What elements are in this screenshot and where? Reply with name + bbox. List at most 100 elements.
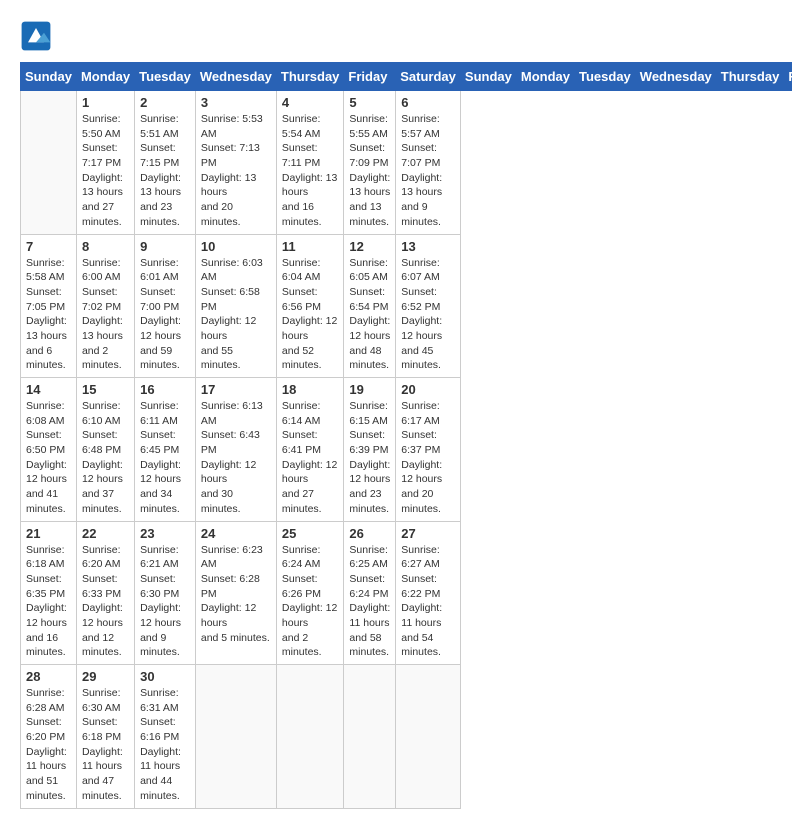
day-number: 25 xyxy=(282,526,339,541)
day-number: 4 xyxy=(282,95,339,110)
day-info: Sunrise: 6:13 AM Sunset: 6:43 PM Dayligh… xyxy=(201,399,271,517)
day-header-monday: Monday xyxy=(516,63,574,91)
calendar-cell: 30 Sunrise: 6:31 AM Sunset: 6:16 PM Dayli… xyxy=(135,665,196,809)
day-info: Sunrise: 6:24 AM Sunset: 6:26 PM Dayligh… xyxy=(282,543,339,661)
day-number: 2 xyxy=(140,95,190,110)
day-info: Sunrise: 6:25 AM Sunset: 6:24 PM Dayligh… xyxy=(349,543,390,661)
day-number: 10 xyxy=(201,239,271,254)
day-number: 26 xyxy=(349,526,390,541)
day-info: Sunrise: 6:31 AM Sunset: 6:16 PM Dayligh… xyxy=(140,686,190,804)
calendar-cell: 28Sunrise: 6:28 AM Sunset: 6:20 PM Dayli… xyxy=(21,665,77,809)
calendar-cell: 29 Sunrise: 6:30 AM Sunset: 6:18 PM Dayli… xyxy=(76,665,134,809)
day-number: 18 xyxy=(282,382,339,397)
calendar-cell xyxy=(344,665,396,809)
calendar-cell: 7Sunrise: 5:58 AM Sunset: 7:05 PM Daylig… xyxy=(21,234,77,378)
calendar-table: SundayMondayTuesdayWednesdayThursdayFrid… xyxy=(20,62,792,809)
calendar-cell: 22 Sunrise: 6:20 AM Sunset: 6:33 PM Dayli… xyxy=(76,521,134,665)
day-info: Sunrise: 6:08 AM Sunset: 6:50 PM Dayligh… xyxy=(26,399,71,517)
day-number: 19 xyxy=(349,382,390,397)
calendar-week-4: 28Sunrise: 6:28 AM Sunset: 6:20 PM Dayli… xyxy=(21,665,792,809)
day-info: Sunrise: 6:10 AM Sunset: 6:48 PM Dayligh… xyxy=(82,399,129,517)
day-header-wednesday: Wednesday xyxy=(195,63,276,91)
day-header-tuesday: Tuesday xyxy=(135,63,196,91)
day-number: 29 xyxy=(82,669,129,684)
calendar-cell: 19 Sunrise: 6:15 AM Sunset: 6:39 PM Dayli… xyxy=(344,378,396,522)
day-header-tuesday: Tuesday xyxy=(575,63,636,91)
day-number: 24 xyxy=(201,526,271,541)
day-number: 27 xyxy=(401,526,455,541)
calendar-cell: 16Sunrise: 6:11 AM Sunset: 6:45 PM Dayli… xyxy=(135,378,196,522)
day-info: Sunrise: 6:17 AM Sunset: 6:37 PM Dayligh… xyxy=(401,399,455,517)
day-header-wednesday: Wednesday xyxy=(635,63,716,91)
day-number: 22 xyxy=(82,526,129,541)
day-number: 1 xyxy=(82,95,129,110)
day-header-sunday: Sunday xyxy=(460,63,516,91)
calendar-week-1: 7Sunrise: 5:58 AM Sunset: 7:05 PM Daylig… xyxy=(21,234,792,378)
calendar-cell: 11 Sunrise: 6:04 AM Sunset: 6:56 PM Dayli… xyxy=(276,234,344,378)
day-header-thursday: Thursday xyxy=(276,63,344,91)
day-info: Sunrise: 6:23 AM Sunset: 6:28 PM Dayligh… xyxy=(201,543,271,646)
day-number: 11 xyxy=(282,239,339,254)
day-number: 23 xyxy=(140,526,190,541)
calendar-cell: 4 Sunrise: 5:54 AM Sunset: 7:11 PM Daylig… xyxy=(276,91,344,235)
calendar-week-3: 21Sunrise: 6:18 AM Sunset: 6:35 PM Dayli… xyxy=(21,521,792,665)
day-info: Sunrise: 6:03 AM Sunset: 6:58 PM Dayligh… xyxy=(201,256,271,374)
day-header-friday: Friday xyxy=(344,63,396,91)
calendar-cell: 9Sunrise: 6:01 AM Sunset: 7:00 PM Daylig… xyxy=(135,234,196,378)
day-info: Sunrise: 6:20 AM Sunset: 6:33 PM Dayligh… xyxy=(82,543,129,661)
day-info: Sunrise: 5:50 AM Sunset: 7:17 PM Dayligh… xyxy=(82,112,129,230)
day-number: 13 xyxy=(401,239,455,254)
day-number: 8 xyxy=(82,239,129,254)
calendar-cell: 21Sunrise: 6:18 AM Sunset: 6:35 PM Dayli… xyxy=(21,521,77,665)
day-info: Sunrise: 6:21 AM Sunset: 6:30 PM Dayligh… xyxy=(140,543,190,661)
logo xyxy=(20,20,56,52)
day-info: Sunrise: 6:14 AM Sunset: 6:41 PM Dayligh… xyxy=(282,399,339,517)
calendar-cell: 18 Sunrise: 6:14 AM Sunset: 6:41 PM Dayli… xyxy=(276,378,344,522)
day-info: Sunrise: 5:57 AM Sunset: 7:07 PM Dayligh… xyxy=(401,112,455,230)
day-info: Sunrise: 6:27 AM Sunset: 6:22 PM Dayligh… xyxy=(401,543,455,661)
calendar-cell: 10 Sunrise: 6:03 AM Sunset: 6:58 PM Dayli… xyxy=(195,234,276,378)
calendar-cell: 15 Sunrise: 6:10 AM Sunset: 6:48 PM Dayli… xyxy=(76,378,134,522)
day-number: 30 xyxy=(140,669,190,684)
calendar-cell: 24 Sunrise: 6:23 AM Sunset: 6:28 PM Dayli… xyxy=(195,521,276,665)
calendar-week-2: 14 Sunrise: 6:08 AM Sunset: 6:50 PM Dayli… xyxy=(21,378,792,522)
day-number: 3 xyxy=(201,95,271,110)
logo-icon xyxy=(20,20,52,52)
day-number: 14 xyxy=(26,382,71,397)
day-header-friday: Friday xyxy=(784,63,792,91)
day-header-saturday: Saturday xyxy=(396,63,461,91)
calendar-cell: 2 Sunrise: 5:51 AM Sunset: 7:15 PM Daylig… xyxy=(135,91,196,235)
day-number: 21 xyxy=(26,526,71,541)
calendar-cell: 25 Sunrise: 6:24 AM Sunset: 6:26 PM Dayli… xyxy=(276,521,344,665)
day-info: Sunrise: 5:55 AM Sunset: 7:09 PM Dayligh… xyxy=(349,112,390,230)
day-info: Sunrise: 5:58 AM Sunset: 7:05 PM Dayligh… xyxy=(26,256,71,374)
calendar-cell: 17 Sunrise: 6:13 AM Sunset: 6:43 PM Dayli… xyxy=(195,378,276,522)
calendar-cell: 14 Sunrise: 6:08 AM Sunset: 6:50 PM Dayli… xyxy=(21,378,77,522)
day-info: Sunrise: 6:07 AM Sunset: 6:52 PM Dayligh… xyxy=(401,256,455,374)
day-info: Sunrise: 6:04 AM Sunset: 6:56 PM Dayligh… xyxy=(282,256,339,374)
calendar-cell: 13 Sunrise: 6:07 AM Sunset: 6:52 PM Dayli… xyxy=(396,234,461,378)
calendar-cell xyxy=(276,665,344,809)
day-info: Sunrise: 6:15 AM Sunset: 6:39 PM Dayligh… xyxy=(349,399,390,517)
page-header xyxy=(20,20,772,52)
calendar-header-row: SundayMondayTuesdayWednesdayThursdayFrid… xyxy=(21,63,792,91)
day-info: Sunrise: 6:05 AM Sunset: 6:54 PM Dayligh… xyxy=(349,256,390,374)
day-info: Sunrise: 6:11 AM Sunset: 6:45 PM Dayligh… xyxy=(140,399,190,517)
calendar-week-0: 1 Sunrise: 5:50 AM Sunset: 7:17 PM Daylig… xyxy=(21,91,792,235)
day-number: 17 xyxy=(201,382,271,397)
calendar-cell xyxy=(21,91,77,235)
day-info: Sunrise: 6:30 AM Sunset: 6:18 PM Dayligh… xyxy=(82,686,129,804)
calendar-cell: 3Sunrise: 5:53 AM Sunset: 7:13 PM Daylig… xyxy=(195,91,276,235)
day-info: Sunrise: 5:51 AM Sunset: 7:15 PM Dayligh… xyxy=(140,112,190,230)
day-info: Sunrise: 6:01 AM Sunset: 7:00 PM Dayligh… xyxy=(140,256,190,374)
day-header-thursday: Thursday xyxy=(716,63,784,91)
calendar-cell: 23 Sunrise: 6:21 AM Sunset: 6:30 PM Dayli… xyxy=(135,521,196,665)
day-number: 6 xyxy=(401,95,455,110)
day-number: 15 xyxy=(82,382,129,397)
day-info: Sunrise: 5:54 AM Sunset: 7:11 PM Dayligh… xyxy=(282,112,339,230)
calendar-cell: 12Sunrise: 6:05 AM Sunset: 6:54 PM Dayli… xyxy=(344,234,396,378)
day-info: Sunrise: 6:28 AM Sunset: 6:20 PM Dayligh… xyxy=(26,686,71,804)
calendar-cell: 5 Sunrise: 5:55 AM Sunset: 7:09 PM Daylig… xyxy=(344,91,396,235)
day-header-monday: Monday xyxy=(76,63,134,91)
day-number: 5 xyxy=(349,95,390,110)
